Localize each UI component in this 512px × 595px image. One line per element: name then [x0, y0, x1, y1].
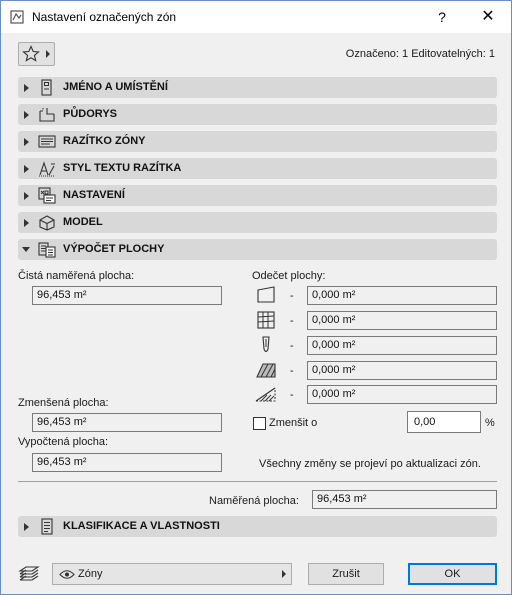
deduction-hatch-value: 0,000 m²	[307, 361, 497, 380]
column-icon	[262, 336, 270, 353]
panel-label: NASTAVENÍ	[63, 189, 125, 201]
layer-select-value: Zóny	[78, 568, 103, 580]
deduction-dash: -	[290, 315, 294, 327]
separator	[18, 481, 497, 482]
name-location-icon	[41, 79, 52, 96]
update-note: Všechny změny se projeví po aktualizaci …	[259, 458, 481, 470]
dialog-window: Nastavení označených zón ? ✕ Označeno: 1…	[0, 0, 512, 595]
calculated-area-label: Vypočtená plocha:	[18, 436, 109, 448]
chevron-right-icon	[282, 570, 286, 578]
zone-stamp-icon	[38, 135, 56, 148]
chevron-right-icon	[24, 192, 29, 200]
deduction-column-value: 0,000 m²	[307, 336, 497, 355]
panel-label: MODEL	[63, 216, 103, 228]
panel-area-calculation[interactable]: VÝPOČET PLOCHY	[18, 239, 497, 260]
floor-plan-icon	[39, 108, 55, 122]
panel-label: VÝPOČET PLOCHY	[63, 243, 165, 255]
panel-label: PŮDORYS	[63, 108, 117, 120]
close-button[interactable]: ✕	[465, 1, 511, 33]
calculated-area-value: 96,453 m²	[32, 453, 222, 472]
selection-info: Označeno: 1 Editovatelných: 1	[345, 48, 495, 60]
star-icon	[22, 45, 40, 62]
stamp-text-style-icon	[39, 161, 55, 177]
reduce-by-unit: %	[485, 417, 495, 429]
chevron-right-icon	[24, 165, 29, 173]
net-area-label: Čistá naměřená plocha:	[18, 270, 135, 282]
chevron-down-icon	[22, 247, 30, 252]
chevron-right-icon	[24, 138, 29, 146]
measured-area-label: Naměřená plocha:	[209, 495, 299, 507]
panel-stamp-text-style[interactable]: STYL TEXTU RAZÍTKA	[18, 158, 497, 179]
deduction-low-area-value: 0,000 m²	[307, 286, 497, 305]
deduction-label: Odečet plochy:	[252, 270, 326, 282]
cancel-button[interactable]: Zrušit	[308, 563, 384, 585]
dialog-content: Označeno: 1 Editovatelných: 1 JMÉNO A UM…	[1, 33, 511, 594]
net-area-value: 96,453 m²	[32, 286, 222, 305]
window-title: Nastavení označených zón	[32, 10, 177, 24]
reduce-by-input[interactable]: 0,00	[407, 411, 481, 433]
panel-zone-stamp[interactable]: RAZÍTKO ZÓNY	[18, 131, 497, 152]
reduce-by-checkbox[interactable]	[253, 417, 266, 430]
deduction-columns-value: 0,000 m²	[307, 311, 497, 330]
chevron-right-icon	[24, 111, 29, 119]
sloped-area-icon	[255, 387, 276, 402]
deduction-dash: -	[290, 389, 294, 401]
model-icon	[39, 215, 55, 231]
settings-icon	[38, 187, 56, 204]
panel-label: KLASIFIKACE A VLASTNOSTI	[63, 520, 220, 532]
chevron-right-icon	[24, 523, 29, 531]
panel-label: STYL TEXTU RAZÍTKA	[63, 162, 182, 174]
deduction-sloped-value: 0,000 m²	[307, 385, 497, 404]
fill-hatch-icon	[256, 363, 276, 378]
app-icon	[10, 10, 24, 24]
columns-grid-icon	[257, 311, 275, 329]
panel-name-location[interactable]: JMÉNO A UMÍSTĚNÍ	[18, 77, 497, 98]
classification-icon	[41, 518, 53, 535]
eye-icon	[59, 570, 75, 579]
chevron-right-icon	[24, 84, 29, 92]
deduction-dash: -	[290, 290, 294, 302]
reduce-by-label: Zmenšit o	[269, 417, 318, 429]
panel-label: JMÉNO A UMÍSTĚNÍ	[63, 81, 168, 93]
help-button[interactable]: ?	[419, 1, 465, 33]
layers-icon	[18, 566, 40, 581]
title-bar: Nastavení označených zón ? ✕	[1, 1, 511, 33]
low-area-icon	[257, 286, 275, 303]
area-calculation-icon	[38, 242, 56, 258]
panel-classification[interactable]: KLASIFIKACE A VLASTNOSTI	[18, 516, 497, 537]
panel-model[interactable]: MODEL	[18, 212, 497, 233]
panel-floor-plan[interactable]: PŮDORYS	[18, 104, 497, 125]
ok-button[interactable]: OK	[408, 563, 497, 585]
chevron-right-icon	[46, 50, 50, 58]
panel-label: RAZÍTKO ZÓNY	[63, 135, 146, 147]
deduction-dash: -	[290, 340, 294, 352]
deduction-dash: -	[290, 365, 294, 377]
reduced-area-value: 96,453 m²	[32, 413, 222, 432]
panel-settings[interactable]: NASTAVENÍ	[18, 185, 497, 206]
reduced-area-label: Zmenšená plocha:	[18, 397, 109, 409]
measured-area-value: 96,453 m²	[312, 490, 497, 509]
chevron-right-icon	[24, 219, 29, 227]
favorites-button[interactable]	[18, 42, 55, 66]
layer-select[interactable]: Zóny	[52, 563, 292, 585]
